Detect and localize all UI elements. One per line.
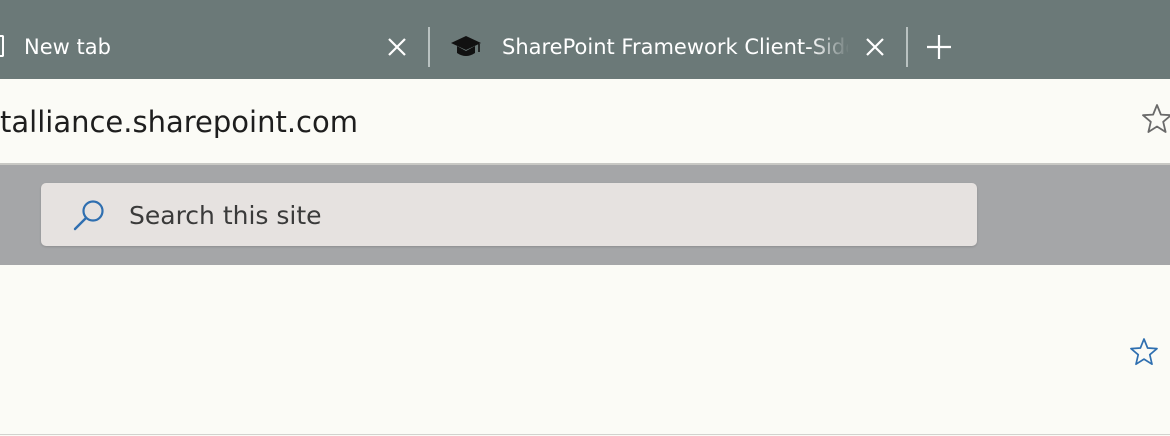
page-content (0, 265, 1170, 435)
new-tab-button[interactable] (926, 34, 952, 60)
page-icon (0, 35, 4, 57)
search-placeholder: Search this site (129, 201, 322, 230)
url-text[interactable]: talliance.sharepoint.com (0, 103, 358, 141)
tab-strip: New tab SharePoint Framework Client-Side… (0, 0, 1170, 79)
tab-new-tab[interactable]: New tab (0, 0, 428, 79)
tab-title-fade (810, 30, 850, 64)
address-bar[interactable]: talliance.sharepoint.com (0, 79, 1170, 165)
plus-icon (927, 35, 951, 59)
close-icon[interactable] (386, 36, 408, 58)
tab-title: SharePoint Framework Client-Side Web Par… (502, 35, 848, 59)
tab-sharepoint-framework[interactable]: SharePoint Framework Client-Side Web Par… (430, 0, 906, 79)
graduation-cap-icon (450, 34, 482, 60)
close-icon[interactable] (864, 36, 886, 58)
star-outline-icon[interactable] (1141, 103, 1170, 135)
star-outline-icon[interactable] (1129, 337, 1159, 367)
search-input[interactable]: Search this site (41, 183, 977, 246)
tab-title: New tab (24, 35, 111, 59)
search-icon (71, 198, 107, 234)
site-header-band: Search this site (0, 165, 1170, 265)
tab-separator (906, 27, 908, 67)
